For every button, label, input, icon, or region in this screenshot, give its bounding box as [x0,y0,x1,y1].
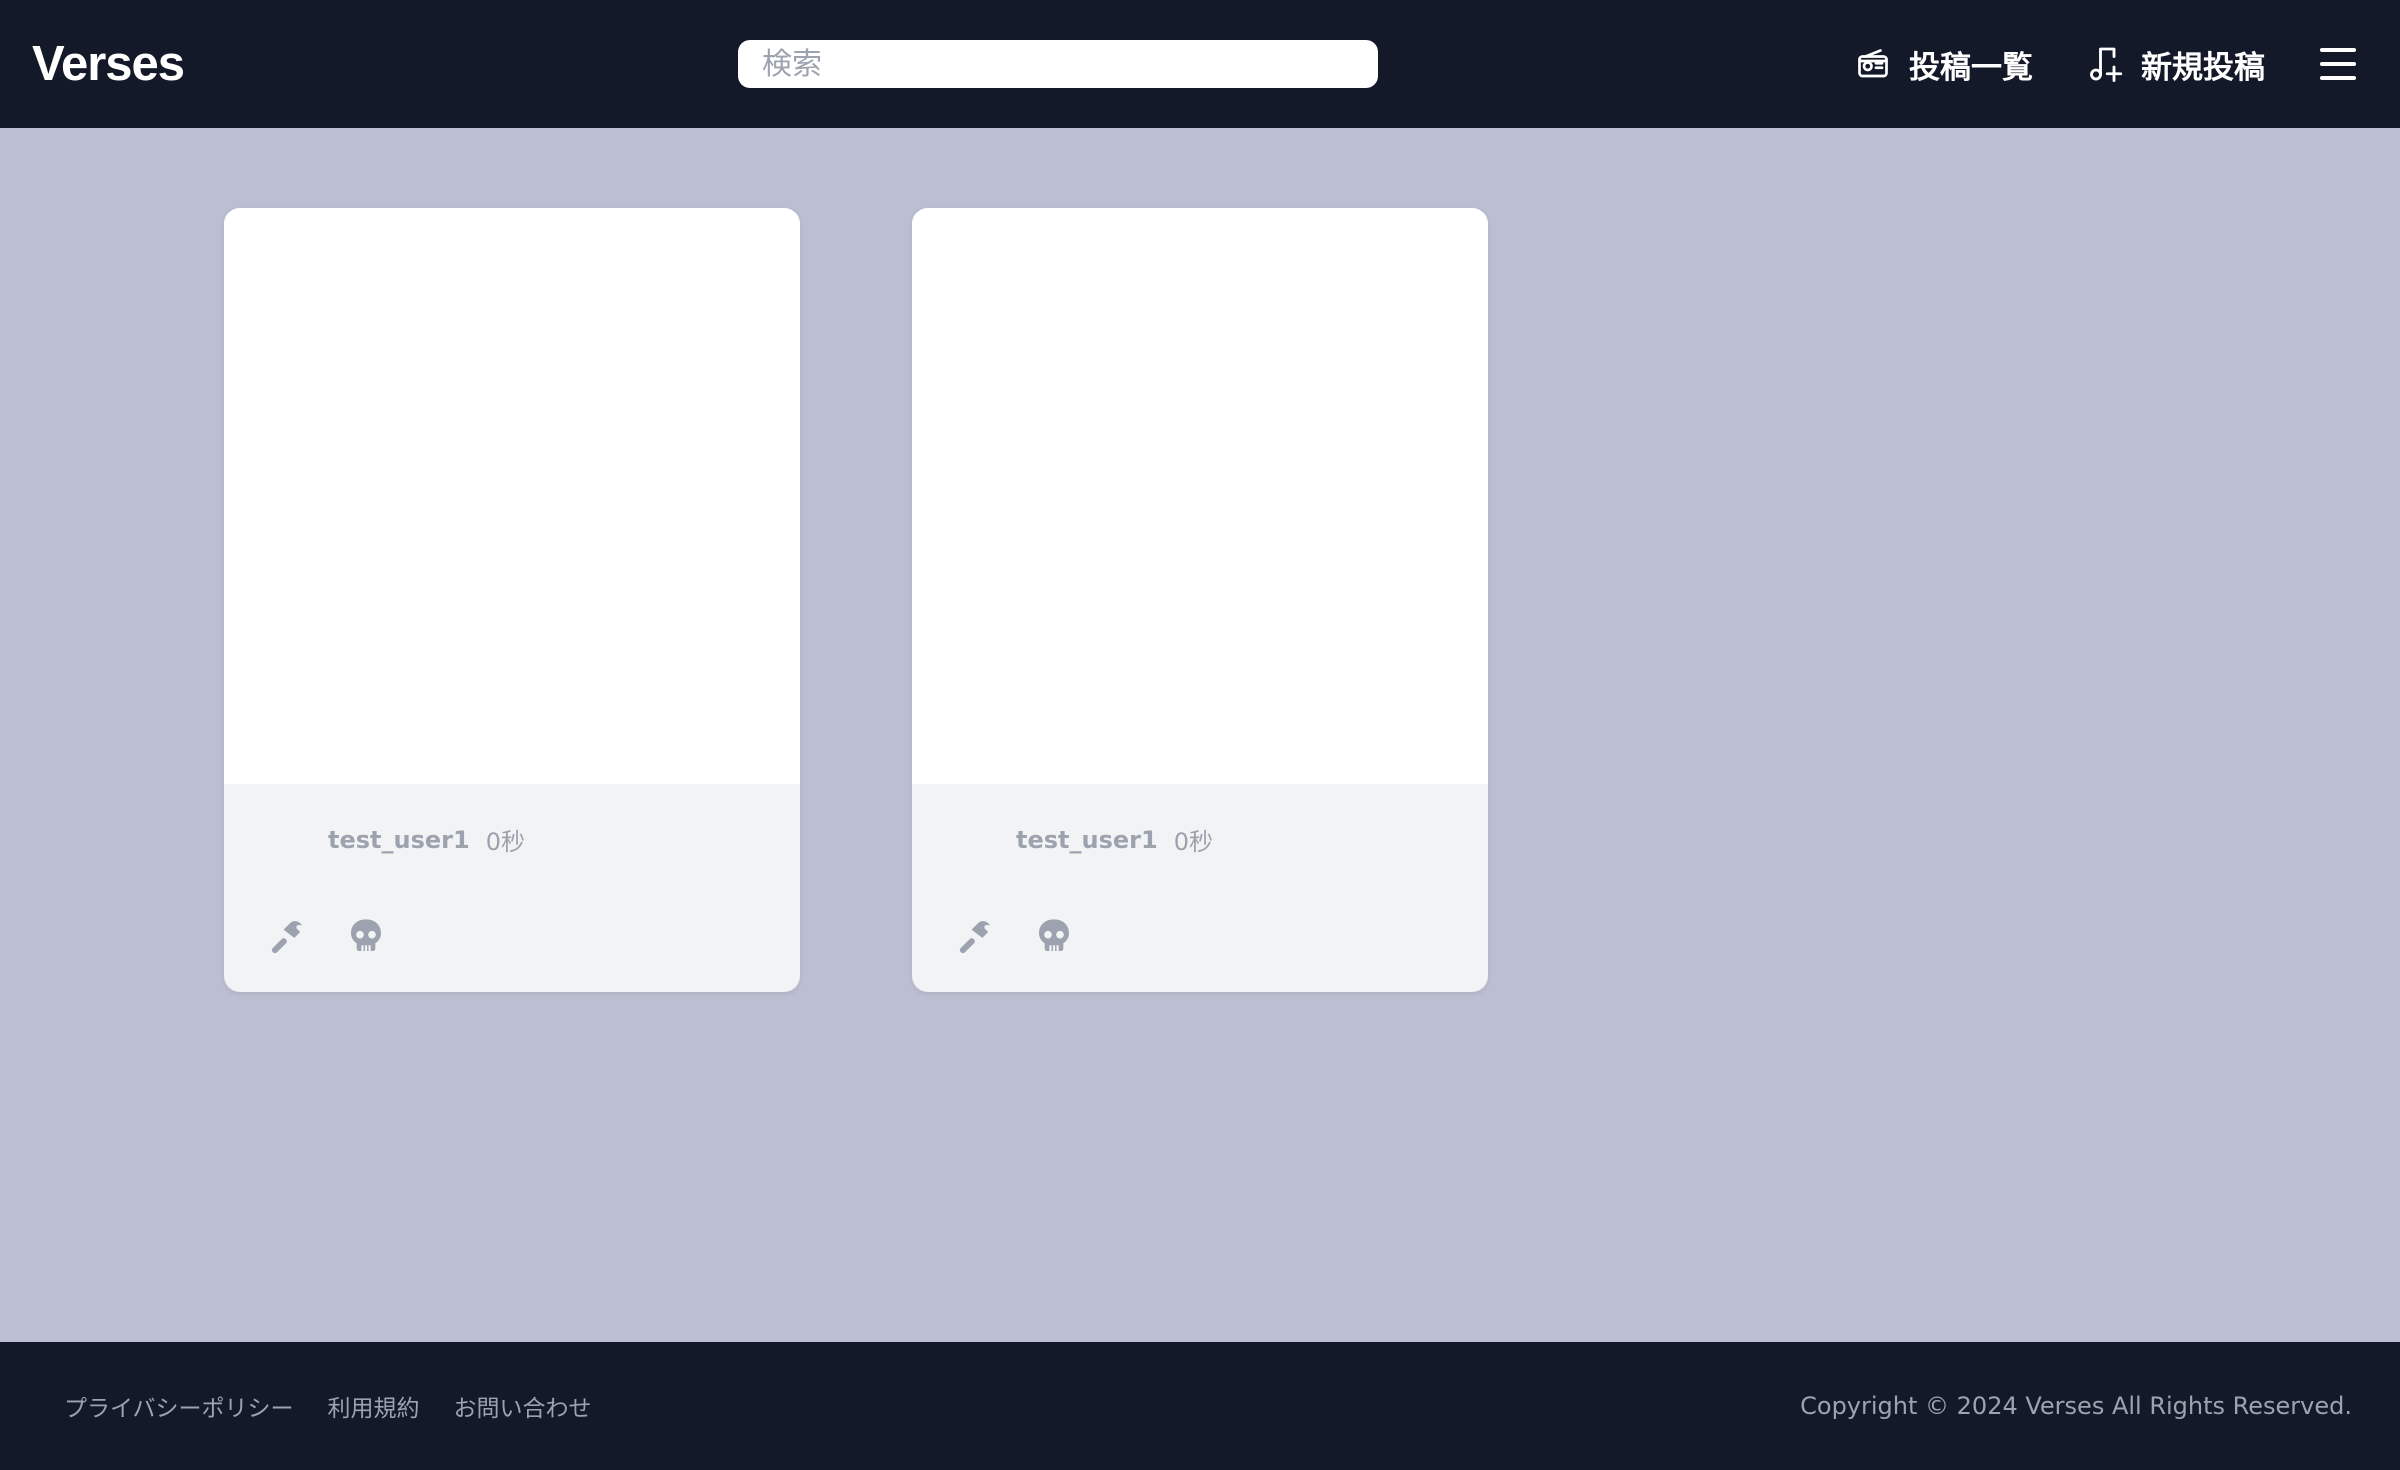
hamburger-menu-icon [2320,48,2356,80]
post-username[interactable]: test_user1 [328,826,470,854]
hammer-icon[interactable] [954,916,994,956]
footer-links: プライバシーポリシー 利用規約 お問い合わせ [64,1342,626,1470]
top-navbar: Verses 投稿一覧 新規投稿 [0,0,2400,128]
hammer-icon[interactable] [266,916,306,956]
app-logo[interactable]: Verses [32,34,185,94]
nav-new-post-label: 新規投稿 [2141,49,2265,86]
radio-icon [1855,46,1891,82]
post-card[interactable]: test_user1 0秒 [224,208,800,992]
post-meta: test_user1 0秒 [1016,822,1213,857]
page-footer: プライバシーポリシー 利用規約 お問い合わせ Copyright © 2024 … [0,1342,2400,1470]
footer-link-privacy[interactable]: プライバシーポリシー [64,1389,294,1423]
post-actions [954,916,1074,956]
search-input[interactable] [738,40,1378,88]
nav-posts-label: 投稿一覧 [1909,49,2033,86]
post-time: 0秒 [485,828,525,856]
skull-icon[interactable] [1034,916,1074,956]
nav-posts-link[interactable]: 投稿一覧 [1855,38,2033,90]
footer-link-contact[interactable]: お問い合わせ [454,1389,592,1423]
post-username[interactable]: test_user1 [1016,826,1158,854]
footer-link-terms[interactable]: 利用規約 [328,1389,420,1423]
nav-new-post-link[interactable]: 新規投稿 [2087,38,2265,90]
hamburger-menu-button[interactable] [2320,44,2356,84]
post-actions [266,916,386,956]
post-image[interactable] [224,208,800,784]
post-card[interactable]: test_user1 0秒 [912,208,1488,992]
post-image[interactable] [912,208,1488,784]
post-meta: test_user1 0秒 [328,822,525,857]
copyright-text: Copyright © 2024 Verses All Rights Reser… [1800,1392,2352,1420]
post-time: 0秒 [1173,828,1213,856]
skull-icon[interactable] [346,916,386,956]
music-note-plus-icon [2087,44,2123,84]
